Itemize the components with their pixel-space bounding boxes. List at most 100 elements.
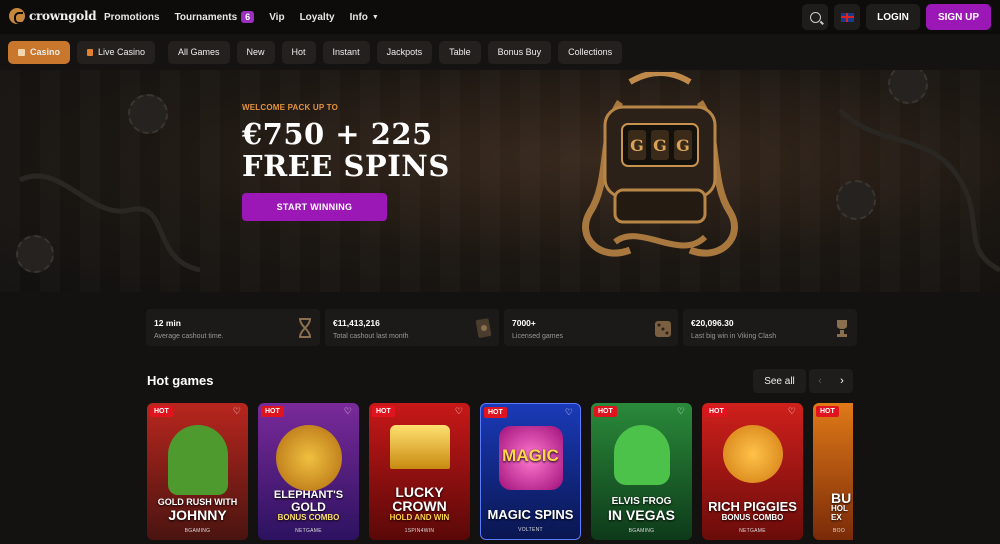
game-title: GOLD RUSH WITH JOHNNY bbox=[147, 497, 248, 523]
nav-tournaments[interactable]: Tournaments 6 bbox=[175, 11, 255, 23]
search-button[interactable] bbox=[802, 4, 828, 30]
game-title-line2: CROWN bbox=[392, 498, 447, 514]
nav-info[interactable]: Info ▼ bbox=[350, 12, 379, 23]
crown-icon bbox=[389, 425, 450, 469]
hero-headline-line2: FREE SPINS bbox=[242, 149, 450, 183]
brand-logo[interactable]: crowngold bbox=[9, 8, 97, 24]
snake-decoration-icon bbox=[18, 108, 1000, 273]
game-logo-text: MAGIC bbox=[502, 446, 559, 465]
svg-text:G: G bbox=[676, 136, 690, 155]
nav-vip[interactable]: Vip bbox=[269, 12, 284, 23]
category-new[interactable]: New bbox=[236, 40, 275, 64]
hero-banner: WELCOME PACK UP TO €750 + 225 FREE SPINS… bbox=[0, 70, 1000, 292]
game-title: LUCKY CROWN HOLD AND WIN bbox=[369, 485, 470, 522]
game-title-line1: LUCKY bbox=[395, 484, 444, 500]
category-casino[interactable]: Casino bbox=[8, 40, 70, 64]
start-winning-button[interactable]: START WINNING bbox=[242, 193, 387, 221]
category-label: Live Casino bbox=[97, 47, 145, 57]
game-card[interactable]: HOT ♡ ELEPHANT'S GOLD BONUS COMBO NETGAME bbox=[258, 403, 359, 540]
game-card[interactable]: HOT ♡ LUCKY CROWN HOLD AND WIN 1SPIN4WIN bbox=[369, 403, 470, 540]
language-button[interactable] bbox=[834, 4, 860, 30]
game-card[interactable]: HOT ♡ GOLD RUSH WITH JOHNNY BGAMING bbox=[147, 403, 248, 540]
cash-icon bbox=[475, 318, 492, 338]
hourglass-icon bbox=[299, 318, 311, 338]
login-button[interactable]: LOGIN bbox=[866, 4, 920, 30]
category-table[interactable]: Table bbox=[439, 40, 481, 64]
heart-icon[interactable]: ♡ bbox=[788, 406, 796, 417]
game-title-line1: BU bbox=[831, 490, 852, 506]
game-card[interactable]: HOT ♡ RICH PIGGIES BONUS COMBO NETGAME bbox=[702, 403, 803, 540]
uk-flag-icon bbox=[840, 12, 854, 22]
stats-row: 12 min Average cashout time. €11,413,216… bbox=[146, 309, 857, 346]
svg-text:G: G bbox=[630, 136, 644, 155]
game-subtitle: BONUS COMBO bbox=[277, 513, 340, 522]
heart-icon[interactable]: ♡ bbox=[233, 406, 241, 417]
dice-icon bbox=[655, 321, 671, 337]
nav-label: Tournaments bbox=[174, 11, 238, 23]
game-provider: BOO bbox=[833, 528, 846, 534]
game-artwork bbox=[613, 425, 670, 485]
game-title-line1: RICH PIGGIES bbox=[708, 499, 797, 514]
live-casino-icon bbox=[87, 48, 93, 56]
hot-badge: HOT bbox=[594, 406, 617, 417]
chevron-left-icon[interactable]: ‹ bbox=[809, 369, 831, 393]
game-title-line2: JOHNNY bbox=[168, 507, 227, 523]
nav-label: Info bbox=[349, 11, 368, 23]
game-provider: BGAMING bbox=[184, 528, 211, 534]
game-provider: BGAMING bbox=[628, 528, 655, 534]
signup-button[interactable]: SIGN UP bbox=[926, 4, 991, 30]
game-provider: 1SPIN4WIN bbox=[404, 528, 435, 534]
heart-icon[interactable]: ♡ bbox=[344, 406, 352, 417]
game-card[interactable]: HOT ♡ ELVIS FROG IN VEGAS BGAMING bbox=[591, 403, 692, 540]
brand-name: crowngold bbox=[29, 9, 97, 23]
game-title: ELVIS FROG IN VEGAS bbox=[591, 496, 692, 523]
category-bonus-buy[interactable]: Bonus Buy bbox=[487, 40, 552, 64]
game-subtitle: HOLD AND WIN bbox=[389, 513, 450, 522]
game-provider: NETGAME bbox=[739, 528, 766, 534]
stat-card: €20,096.30 Last big win in Viking Clash bbox=[683, 309, 857, 346]
search-icon bbox=[809, 11, 821, 23]
game-title-line2: IN VEGAS bbox=[608, 507, 675, 523]
game-artwork bbox=[275, 425, 342, 491]
chevron-right-icon[interactable]: › bbox=[831, 369, 853, 393]
see-all-button[interactable]: See all bbox=[753, 369, 806, 393]
nav-label: Vip bbox=[269, 11, 285, 23]
category-instant[interactable]: Instant bbox=[322, 40, 370, 64]
header-actions: LOGIN SIGN UP bbox=[802, 4, 991, 30]
game-title-line1: GOLD RUSH WITH bbox=[157, 497, 238, 507]
game-title-line1: MAGIC SPINS bbox=[487, 507, 574, 522]
nav-label: Loyalty bbox=[299, 11, 335, 23]
game-title: BU HOL EX bbox=[813, 491, 853, 522]
category-hot[interactable]: Hot bbox=[281, 40, 316, 64]
hot-badge: HOT bbox=[372, 406, 395, 417]
heart-icon[interactable]: ♡ bbox=[455, 406, 463, 417]
game-title: RICH PIGGIES BONUS COMBO bbox=[702, 500, 803, 522]
hot-badge: HOT bbox=[261, 406, 284, 417]
heart-icon[interactable]: ♡ bbox=[677, 406, 685, 417]
game-subtitle: BONUS COMBO bbox=[721, 513, 784, 522]
slot-machine-icon: G G G bbox=[582, 72, 738, 257]
tournaments-count-badge: 6 bbox=[241, 11, 255, 23]
pig-icon bbox=[722, 425, 783, 483]
category-live-casino[interactable]: Live Casino bbox=[77, 40, 155, 64]
crown-logo-icon bbox=[9, 8, 25, 24]
hot-badge: HOT bbox=[816, 406, 839, 417]
game-card[interactable]: HOT BU HOL EX BOO bbox=[813, 403, 853, 540]
game-card[interactable]: MAGIC HOT ♡ MAGIC SPINS VOLTENT bbox=[480, 403, 581, 540]
svg-text:G: G bbox=[653, 136, 667, 155]
hero-headline-line1: €750 + 225 bbox=[242, 117, 433, 151]
nav-promotions[interactable]: Promotions bbox=[104, 12, 160, 23]
hero-headline: €750 + 225 FREE SPINS bbox=[242, 118, 450, 182]
hero-eyebrow: WELCOME PACK UP TO bbox=[242, 103, 339, 112]
nav-loyalty[interactable]: Loyalty bbox=[300, 12, 335, 23]
category-jackpots[interactable]: Jackpots bbox=[376, 40, 433, 64]
category-all-games[interactable]: All Games bbox=[168, 40, 230, 64]
trophy-icon bbox=[837, 320, 847, 337]
category-bar: Casino Live Casino All Games New Hot Ins… bbox=[0, 34, 1000, 70]
hot-games-title: Hot games bbox=[147, 373, 214, 388]
carousel-controls: ‹ › bbox=[809, 369, 853, 393]
stat-card: 12 min Average cashout time. bbox=[146, 309, 320, 346]
category-collections[interactable]: Collections bbox=[558, 40, 623, 64]
game-title-line1: ELVIS FROG bbox=[611, 496, 672, 507]
heart-icon[interactable]: ♡ bbox=[565, 407, 573, 418]
